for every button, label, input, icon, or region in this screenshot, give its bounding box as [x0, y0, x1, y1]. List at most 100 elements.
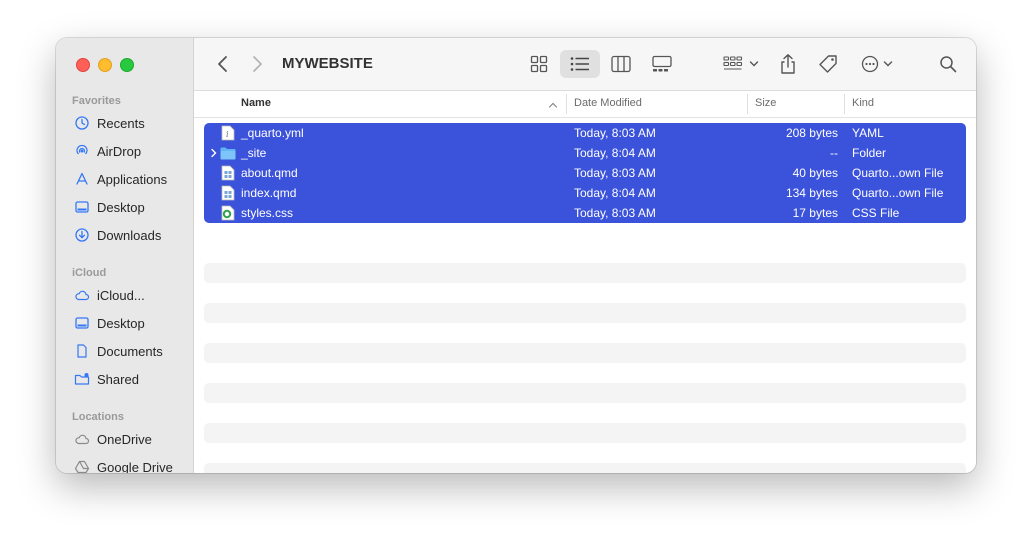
tag-icon — [819, 55, 837, 73]
sidebar-item-label: OneDrive — [97, 431, 152, 447]
search-icon — [940, 56, 957, 73]
clock-icon — [75, 116, 89, 130]
chevron-left-icon — [218, 56, 227, 72]
sidebar-section-favorites: Favorites — [72, 95, 121, 107]
applications-icon — [76, 172, 88, 185]
folder-icon — [220, 147, 236, 160]
share-icon — [781, 54, 795, 74]
file-kind: Quarto...own File — [852, 166, 944, 180]
column-separator[interactable] — [566, 94, 567, 114]
column-separator[interactable] — [747, 94, 748, 114]
file-date: Today, 8:04 AM — [574, 186, 656, 200]
empty-row-stripe — [204, 383, 966, 403]
forward-button[interactable] — [246, 52, 268, 76]
column-date-modified[interactable]: Date Modified — [574, 97, 642, 109]
sidebar-item-google-drive[interactable]: Google Drive — [74, 459, 173, 473]
file-name: styles.css — [241, 206, 294, 220]
sidebar-item-recents[interactable]: Recents — [74, 115, 145, 131]
cloud-icon — [75, 434, 90, 445]
sidebar-item-label: iCloud... — [97, 287, 145, 303]
sidebar-item-onedrive[interactable]: OneDrive — [74, 431, 152, 447]
more-actions-button[interactable] — [856, 52, 898, 76]
columns-view-icon — [611, 55, 631, 73]
sidebar-item-label: Shared — [97, 371, 139, 387]
table-row[interactable]: about.qmd Today, 8:03 AM 40 bytes Quarto… — [204, 163, 966, 183]
column-separator[interactable] — [844, 94, 845, 114]
window-title: MYWEBSITE — [282, 55, 373, 72]
file-size: 208 bytes — [785, 126, 838, 140]
quarto-file-icon — [221, 185, 235, 201]
disclosure-chevron-icon[interactable] — [210, 148, 218, 158]
downloads-icon — [75, 228, 89, 242]
close-button[interactable] — [76, 58, 90, 72]
view-gallery-button[interactable] — [646, 52, 678, 76]
svg-text:i: i — [226, 130, 229, 139]
file-name: index.qmd — [241, 186, 297, 200]
back-button[interactable] — [212, 52, 234, 76]
sidebar-item-label: Recents — [97, 115, 145, 131]
table-row[interactable]: styles.css Today, 8:03 AM 17 bytes CSS F… — [204, 203, 966, 223]
view-icons-button[interactable] — [524, 52, 554, 76]
sidebar-item-label: Downloads — [97, 227, 162, 243]
desktop-icon — [75, 317, 89, 329]
file-size: 134 bytes — [785, 186, 838, 200]
file-size: 40 bytes — [792, 166, 838, 180]
document-icon — [77, 344, 87, 358]
sidebar-item-shared[interactable]: Shared — [74, 371, 139, 387]
file-date: Today, 8:04 AM — [574, 146, 656, 160]
sidebar-item-label: Desktop — [97, 315, 145, 331]
file-size: -- — [830, 146, 838, 160]
sidebar-item-desktop[interactable]: Desktop — [74, 199, 145, 215]
empty-row-stripe — [204, 343, 966, 363]
view-columns-button[interactable] — [606, 52, 636, 76]
sidebar-item-documents[interactable]: Documents — [74, 343, 163, 359]
column-name[interactable]: Name — [241, 97, 271, 109]
empty-row-stripe — [204, 303, 966, 323]
sidebar-item-label: Desktop — [97, 199, 145, 215]
table-row[interactable]: _site Today, 8:04 AM -- Folder — [204, 143, 966, 163]
sidebar-item-icloud-drive[interactable]: iCloud... — [74, 287, 145, 303]
window-controls — [76, 58, 134, 72]
tag-button[interactable] — [814, 52, 842, 76]
minimize-button[interactable] — [98, 58, 112, 72]
file-kind: Quarto...own File — [852, 186, 944, 200]
sidebar-item-label: Applications — [97, 171, 168, 187]
file-name: about.qmd — [241, 166, 298, 180]
icon-grid-icon — [530, 55, 548, 73]
sidebar-section-locations: Locations — [72, 411, 124, 423]
chevron-down-icon — [749, 61, 759, 67]
empty-row-stripe — [204, 463, 966, 473]
column-kind[interactable]: Kind — [852, 97, 874, 109]
desktop-icon — [75, 201, 89, 213]
file-date: Today, 8:03 AM — [574, 166, 656, 180]
file-rows: i _quarto.yml Today, 8:03 AM 208 bytes Y… — [204, 123, 966, 223]
view-list-button[interactable] — [560, 50, 600, 78]
group-button[interactable] — [720, 52, 762, 76]
file-list: Name Date Modified Size Kind i _quarto.y… — [194, 91, 976, 473]
ellipsis-circle-icon — [861, 55, 879, 73]
sidebar-item-applications[interactable]: Applications — [74, 171, 167, 187]
group-icon — [723, 56, 743, 70]
sidebar-item-airdrop[interactable]: AirDrop — [74, 143, 141, 159]
chevron-right-icon — [253, 56, 262, 72]
empty-row-stripe — [204, 263, 966, 283]
column-size[interactable]: Size — [755, 97, 776, 109]
quarto-file-icon — [221, 165, 235, 181]
file-date: Today, 8:03 AM — [574, 126, 656, 140]
sidebar-item-label: Google Drive — [97, 459, 173, 474]
airdrop-icon — [76, 144, 88, 155]
share-button[interactable] — [776, 52, 800, 76]
sidebar-item-label: AirDrop — [97, 143, 142, 159]
sort-ascending-icon — [548, 102, 558, 108]
sidebar-item-downloads[interactable]: Downloads — [74, 227, 161, 243]
file-name: _quarto.yml — [241, 126, 304, 140]
google-drive-icon — [74, 460, 90, 473]
table-row[interactable]: i _quarto.yml Today, 8:03 AM 208 bytes Y… — [204, 123, 966, 143]
table-row[interactable]: index.qmd Today, 8:04 AM 134 bytes Quart… — [204, 183, 966, 203]
sidebar-item-icloud-desktop[interactable]: Desktop — [74, 315, 145, 331]
gallery-view-icon — [652, 55, 672, 72]
search-button[interactable] — [936, 52, 960, 76]
sidebar: Favorites Recents AirDrop Applications D… — [56, 38, 194, 473]
finder-window: Favorites Recents AirDrop Applications D… — [56, 38, 976, 473]
zoom-button[interactable] — [120, 58, 134, 72]
